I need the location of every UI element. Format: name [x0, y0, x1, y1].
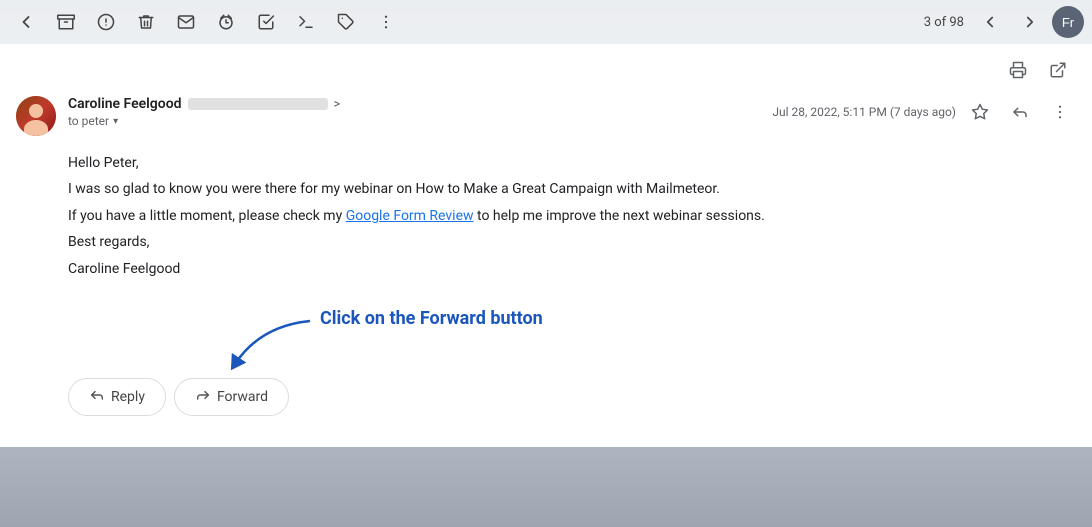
email-date: Jul 28, 2022, 5:11 PM (7 days ago) [772, 105, 956, 119]
open-in-new-window-button[interactable] [1040, 52, 1076, 88]
star-button[interactable] [964, 96, 996, 128]
previous-email-button[interactable] [972, 4, 1008, 40]
reply-button[interactable]: Reply [68, 378, 166, 416]
sender-email-blur [188, 98, 328, 110]
reply-label: Reply [111, 389, 145, 405]
to-row: to peter ▾ [68, 114, 760, 128]
signature: Caroline Feelgood [68, 258, 1024, 280]
sender-name: Caroline Feelgood [68, 96, 182, 112]
label-button[interactable] [328, 4, 364, 40]
closing: Best regards, [68, 231, 1024, 253]
bg-bottom-image [0, 447, 1092, 527]
delete-button[interactable] [128, 4, 164, 40]
body-line2: If you have a little moment, please chec… [68, 205, 1024, 227]
more-email-options-button[interactable] [1044, 96, 1076, 128]
greeting: Hello Peter, [68, 152, 1024, 174]
expand-recipients-icon[interactable]: ▾ [113, 116, 118, 127]
reply-icon [89, 387, 105, 407]
spam-button[interactable] [88, 4, 124, 40]
email-meta-right: Jul 28, 2022, 5:11 PM (7 days ago) [772, 96, 1076, 128]
toolbar: 3 of 98 Fr [0, 0, 1092, 44]
annotation-text: Click on the Forward button [320, 308, 543, 329]
forward-annotation: Click on the Forward button [0, 300, 1092, 370]
add-task-button[interactable] [248, 4, 284, 40]
body-line1: I was so glad to know you were there for… [68, 178, 1024, 200]
google-form-link[interactable]: Google Form Review [346, 208, 474, 224]
email-actions-bar [0, 44, 1092, 92]
annotation-arrow [180, 316, 340, 371]
sender-email-end: > [334, 97, 341, 112]
email-counter: 3 of 98 [924, 15, 964, 30]
email-container: Caroline Feelgood > to peter ▾ Jul 28, 2… [0, 44, 1092, 447]
archive-button[interactable] [48, 4, 84, 40]
user-account-button[interactable]: Fr [1052, 6, 1084, 38]
snooze-button[interactable] [208, 4, 244, 40]
forward-icon [195, 387, 211, 407]
body-line2-after: to help me improve the next webinar sess… [474, 208, 765, 224]
more-options-button[interactable] [368, 4, 404, 40]
print-button[interactable] [1000, 52, 1036, 88]
back-button[interactable] [8, 4, 44, 40]
sender-avatar [16, 96, 56, 136]
sender-name-row: Caroline Feelgood > [68, 96, 760, 112]
reply-header-button[interactable] [1004, 96, 1036, 128]
next-email-button[interactable] [1012, 4, 1048, 40]
mark-unread-button[interactable] [168, 4, 204, 40]
body-line2-before: If you have a little moment, please chec… [68, 208, 346, 224]
move-to-button[interactable] [288, 4, 324, 40]
toolbar-left [8, 4, 924, 40]
email-sender-info: Caroline Feelgood > to peter ▾ [68, 96, 760, 128]
to-text: to peter [68, 114, 109, 128]
toolbar-right: 3 of 98 Fr [924, 4, 1084, 40]
email-reply-row: Reply Forward [0, 370, 1092, 432]
email-body: Hello Peter, I was so glad to know you w… [0, 144, 1092, 300]
email-header: Caroline Feelgood > to peter ▾ Jul 28, 2… [0, 92, 1092, 144]
forward-label: Forward [217, 389, 268, 405]
forward-button[interactable]: Forward [174, 378, 289, 416]
